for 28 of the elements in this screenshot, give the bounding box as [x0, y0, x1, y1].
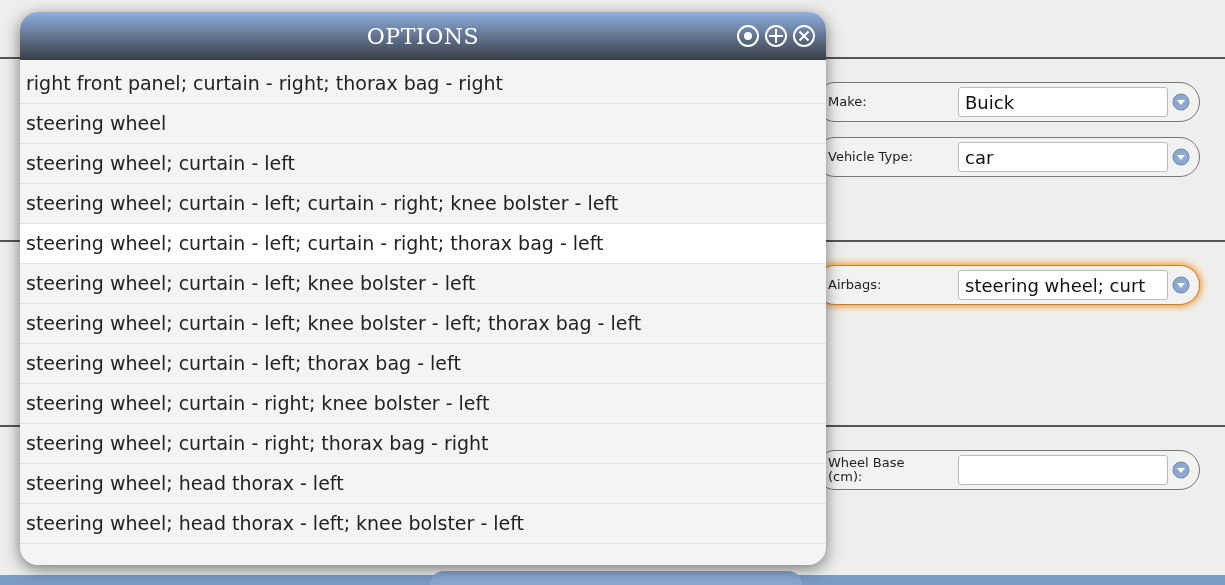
- dropdown-icon[interactable]: [1172, 148, 1190, 166]
- dropdown-icon[interactable]: [1172, 461, 1190, 479]
- dropdown-icon[interactable]: [1172, 93, 1190, 111]
- close-icon[interactable]: [792, 24, 816, 48]
- add-icon[interactable]: [764, 24, 788, 48]
- option-item[interactable]: steering wheel; curtain - left: [20, 144, 826, 184]
- input-field[interactable]: Buick: [958, 87, 1168, 117]
- input-field[interactable]: [958, 455, 1168, 485]
- dropdown-icon[interactable]: [1172, 276, 1190, 294]
- option-item[interactable]: steering wheel; head thorax - left; knee bolster - left: [20, 504, 826, 544]
- option-item[interactable]: steering wheel; curtain - right; knee bolster - left: [20, 384, 826, 424]
- option-item[interactable]: steering wheel; curtain - left; curtain - right; knee bolster - left: [20, 184, 826, 224]
- input-field[interactable]: steering wheel; curt: [958, 270, 1168, 300]
- option-item[interactable]: steering wheel: [20, 104, 826, 144]
- option-item[interactable]: steering wheel; curtain - left; knee bolster - left: [20, 264, 826, 304]
- option-item[interactable]: steering wheel; head thorax - left: [20, 464, 826, 504]
- option-item[interactable]: right front panel; curtain - right; thorax bag - right: [20, 64, 826, 104]
- dialog-title: OPTIONS: [366, 22, 480, 51]
- option-item[interactable]: steering wheel; curtain - right; thorax bag - right: [20, 424, 826, 464]
- field-label: Make:: [828, 95, 868, 109]
- field-label: Vehicle Type:: [828, 150, 914, 164]
- option-item[interactable]: steering wheel; curtain - left; knee bolster - left; thorax bag - left: [20, 304, 826, 344]
- input-field[interactable]: car: [958, 142, 1168, 172]
- radio-icon[interactable]: [736, 24, 760, 48]
- option-item[interactable]: steering wheel; curtain - left; curtain - right; thorax bag - left: [20, 224, 826, 264]
- field-label: Wheel Base (cm):: [828, 456, 906, 484]
- field-label: Airbags:: [828, 278, 883, 292]
- option-item[interactable]: steering wheel; curtain - left; thorax bag - left: [20, 344, 826, 384]
